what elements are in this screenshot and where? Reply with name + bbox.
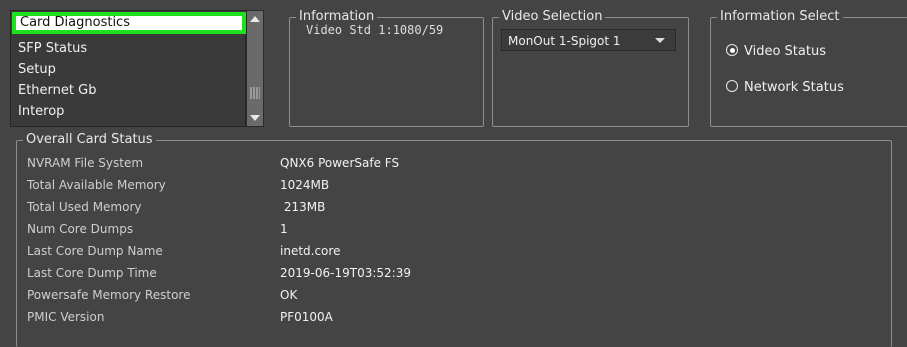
- scroll-grip-icon[interactable]: [250, 87, 260, 99]
- radio-unselected-icon[interactable]: [726, 80, 738, 92]
- status-value: 2019-06-19T03:52:39: [280, 266, 411, 280]
- video-selection-group: Video Selection MonOut 1-Spigot 1: [492, 9, 689, 127]
- status-label: Num Core Dumps: [27, 222, 134, 236]
- nav-item-card-diagnostics[interactable]: Card Diagnostics: [12, 12, 246, 34]
- status-value: inetd.core: [280, 244, 341, 258]
- radio-video-status-label: Video Status: [744, 44, 826, 59]
- status-value: PF0100A: [280, 310, 333, 324]
- chevron-down-icon[interactable]: [655, 38, 665, 43]
- overall-card-status-title: Overall Card Status: [23, 132, 156, 148]
- information-select-title: Information Select: [717, 9, 843, 25]
- video-selection-title: Video Selection: [499, 9, 606, 25]
- status-label: NVRAM File System: [27, 156, 144, 170]
- radio-selected-icon[interactable]: [726, 44, 738, 56]
- video-standard-text: Video Std 1:1080/59: [306, 23, 444, 37]
- status-value: QNX6 PowerSafe FS: [280, 156, 400, 170]
- video-selection-value: MonOut 1-Spigot 1: [508, 34, 621, 48]
- nav-scrollbar[interactable]: [246, 10, 264, 127]
- scroll-up-arrow-icon[interactable]: [250, 16, 260, 22]
- radio-network-status[interactable]: Network Status: [726, 80, 844, 96]
- status-label: Total Used Memory: [27, 200, 142, 214]
- status-label: Last Core Dump Time: [27, 266, 157, 280]
- radio-network-status-label: Network Status: [744, 80, 844, 95]
- nav-item-ethernet-gb[interactable]: Ethernet Gb: [13, 81, 96, 101]
- nav-item-setup[interactable]: Setup: [13, 60, 56, 80]
- status-label: PMIC Version: [27, 310, 105, 324]
- video-selection-dropdown[interactable]: MonOut 1-Spigot 1: [501, 29, 676, 51]
- status-value: 1: [280, 222, 288, 236]
- status-value: 1024MB: [280, 178, 330, 192]
- status-value: OK: [280, 288, 298, 302]
- information-group: Information Video Std 1:1080/59: [289, 9, 484, 127]
- scroll-down-arrow-icon[interactable]: [250, 115, 260, 121]
- status-value: 213MB: [280, 200, 326, 214]
- nav-list: Card Diagnostics SFP Status Setup Ethern…: [10, 10, 246, 127]
- nav-item-sfp-status[interactable]: SFP Status: [13, 39, 87, 59]
- radio-video-status[interactable]: Video Status: [726, 44, 826, 60]
- nav-item-interop[interactable]: Interop: [13, 102, 64, 122]
- information-select-group: Information Select Video Status Network …: [710, 9, 907, 127]
- overall-card-status-group: Overall Card Status NVRAM File System QN…: [16, 132, 892, 347]
- status-label: Powersafe Memory Restore: [27, 288, 191, 302]
- status-label: Total Available Memory: [27, 178, 166, 192]
- status-label: Last Core Dump Name: [27, 244, 163, 258]
